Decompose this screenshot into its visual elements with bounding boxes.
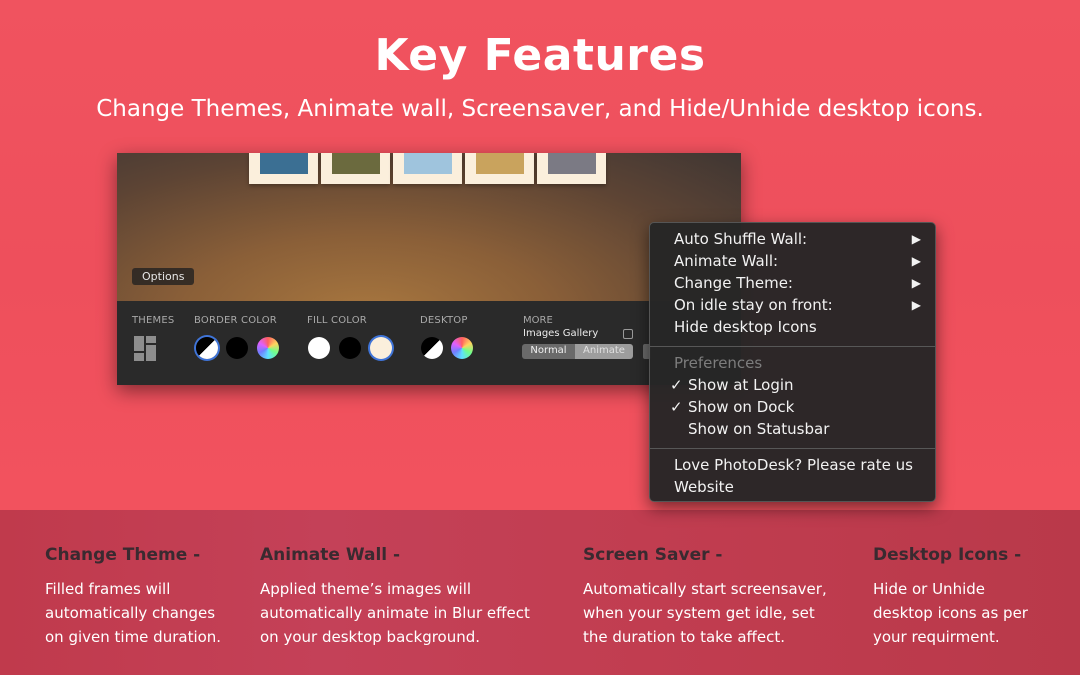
menu-item-label: Show on Statusbar: [688, 420, 830, 438]
context-menu: Auto Shuffle Wall: ▶ Animate Wall: ▶ Cha…: [649, 222, 936, 502]
feature-line: Applied theme’s images will: [260, 580, 472, 598]
feature-line: when your system get idle, set: [583, 604, 815, 622]
fill-color-black-swatch[interactable]: [339, 337, 361, 359]
menu-item-label: Show on Dock: [688, 398, 795, 416]
photo-frame[interactable]: [393, 153, 462, 184]
photo-frame[interactable]: [537, 153, 606, 184]
feature-line: on given time duration.: [45, 628, 222, 646]
desktop-auto-swatch[interactable]: [421, 337, 443, 359]
segment-animate[interactable]: Animate: [575, 344, 633, 359]
submenu-arrow-icon: ▶: [911, 298, 921, 312]
checkmark-icon: ✓: [670, 376, 683, 394]
preferences-header: Preferences: [674, 354, 763, 372]
page-title: Key Features: [374, 30, 706, 81]
submenu-arrow-icon: ▶: [911, 276, 921, 290]
menu-item-show-at-login[interactable]: ✓ Show at Login: [670, 374, 794, 396]
grass-photo: [332, 153, 380, 174]
fill-color-white-swatch[interactable]: [308, 337, 330, 359]
app-window: Options THEMES BORDER COLOR FILL COLOR D…: [117, 153, 741, 385]
feature-change-theme: Change Theme - Filled frames will automa…: [45, 545, 221, 649]
menu-item-label: Love PhotoDesk? Please rate us: [674, 456, 913, 474]
feature-line: Automatically start screensaver,: [583, 580, 827, 598]
feature-line: Hide or Unhide: [873, 580, 985, 598]
giraffes-photo: [476, 153, 524, 174]
submenu-arrow-icon: ▶: [911, 232, 921, 246]
menu-item-show-on-statusbar[interactable]: Show on Statusbar: [670, 418, 829, 440]
menu-item-label: Animate Wall:: [674, 252, 779, 270]
border-color-label: BORDER COLOR: [194, 315, 277, 326]
feature-title: Animate Wall -: [260, 545, 401, 565]
menu-separator: [650, 448, 935, 449]
segment-normal[interactable]: Normal: [522, 344, 575, 359]
photo-frames: [249, 153, 606, 184]
menu-item-rate-us[interactable]: Love PhotoDesk? Please rate us: [674, 454, 913, 476]
menu-item-label: Show at Login: [688, 376, 794, 394]
menu-separator: [650, 346, 935, 347]
fill-color-label: FILL COLOR: [307, 315, 367, 326]
menu-item-hide-desktop-icons[interactable]: Hide desktop Icons: [674, 316, 817, 338]
feature-title: Desktop Icons -: [873, 545, 1022, 565]
menu-item-label: Auto Shuffle Wall:: [674, 230, 808, 248]
feature-title: Change Theme -: [45, 545, 201, 565]
border-color-auto-swatch[interactable]: [196, 337, 218, 359]
menu-item-label: Change Theme:: [674, 274, 793, 292]
feature-screen-saver: Screen Saver - Automatically start scree…: [583, 545, 827, 649]
border-color-picker-swatch[interactable]: [257, 337, 279, 359]
desktop-color-picker-swatch[interactable]: [451, 337, 473, 359]
feature-line: Filled frames will: [45, 580, 171, 598]
photo-frame[interactable]: [465, 153, 534, 184]
feature-line: automatically animate in Blur effect: [260, 604, 530, 622]
checkmark-icon: ✓: [670, 398, 683, 416]
mode-segmented-control: Normal Animate: [522, 344, 633, 359]
baby-photo: [404, 153, 452, 174]
menu-item-auto-shuffle-wall[interactable]: Auto Shuffle Wall:: [674, 228, 922, 250]
harbor-photo: [260, 153, 308, 174]
feature-line: on your desktop background.: [260, 628, 481, 646]
page-subtitle: Change Themes, Animate wall, Screensaver…: [96, 96, 984, 122]
feature-line: the duration to take affect.: [583, 628, 785, 646]
feature-title: Screen Saver -: [583, 545, 723, 565]
feature-line: your requirment.: [873, 628, 1000, 646]
menu-item-show-on-dock[interactable]: ✓ Show on Dock: [670, 396, 794, 418]
menu-item-label: Hide desktop Icons: [674, 318, 817, 336]
images-gallery-checkbox[interactable]: [623, 329, 633, 339]
images-gallery-label: Images Gallery: [523, 328, 599, 339]
menu-item-animate-wall[interactable]: Animate Wall:: [674, 250, 922, 272]
photo-frame[interactable]: [249, 153, 318, 184]
options-button[interactable]: Options: [132, 268, 195, 285]
fill-color-cream-swatch[interactable]: [370, 337, 392, 359]
menu-item-label: Website: [674, 478, 734, 496]
feature-line: desktop icons as per: [873, 604, 1028, 622]
feature-line: automatically changes: [45, 604, 216, 622]
theme-layout-icon[interactable]: [134, 336, 156, 361]
desktop-label: DESKTOP: [420, 315, 468, 326]
photo-frame[interactable]: [321, 153, 390, 184]
family-photo: [548, 153, 596, 174]
feature-desktop-icons: Desktop Icons - Hide or Unhide desktop i…: [873, 545, 1028, 649]
more-label: MORE: [523, 315, 553, 326]
menu-item-label: On idle stay on front:: [674, 296, 833, 314]
menu-item-website[interactable]: Website: [674, 476, 734, 498]
menu-item-on-idle-stay-on-front[interactable]: On idle stay on front:: [674, 294, 922, 316]
themes-label: THEMES: [132, 315, 175, 326]
menu-item-change-theme[interactable]: Change Theme:: [674, 272, 922, 294]
submenu-arrow-icon: ▶: [911, 254, 921, 268]
feature-animate-wall: Animate Wall - Applied theme’s images wi…: [260, 545, 530, 649]
border-color-black-swatch[interactable]: [226, 337, 248, 359]
options-toolbar: THEMES BORDER COLOR FILL COLOR DESKTOP M…: [117, 301, 741, 385]
